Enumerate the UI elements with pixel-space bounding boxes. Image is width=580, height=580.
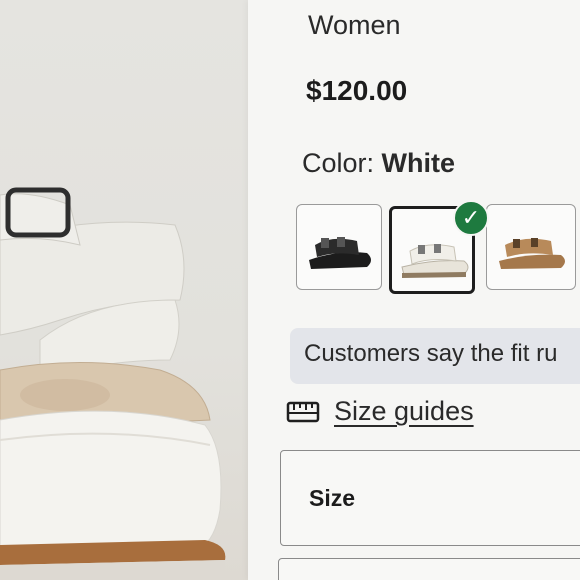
color-swatch-black[interactable]	[296, 204, 382, 290]
sandal-photo	[0, 187, 226, 580]
tan-sandal-thumbnail	[499, 238, 565, 269]
size-selector[interactable]: Size	[280, 450, 580, 546]
color-value: White	[381, 148, 456, 178]
color-selection-label: Color: White	[302, 148, 455, 179]
size-label: Size	[309, 485, 356, 511]
ruler-icon	[286, 401, 320, 422]
color-label: Color:	[302, 148, 375, 178]
product-details-panel: Women $120.00 Color: White ✓ Customers s…	[248, 0, 580, 580]
product-price: $120.00	[306, 75, 408, 106]
size-guides[interactable]: Size guides	[286, 396, 474, 427]
fit-feedback-banner: Customers say the fit ru	[290, 328, 580, 384]
product-main-image[interactable]	[0, 0, 265, 580]
color-swatch-tan[interactable]	[486, 204, 576, 290]
product-category: Women	[308, 10, 401, 40]
selected-checkmark-icon: ✓	[453, 200, 489, 236]
size-guides-link[interactable]: Size guides	[334, 396, 474, 427]
next-option-box[interactable]	[278, 558, 580, 580]
black-sandal-thumbnail	[309, 237, 371, 269]
